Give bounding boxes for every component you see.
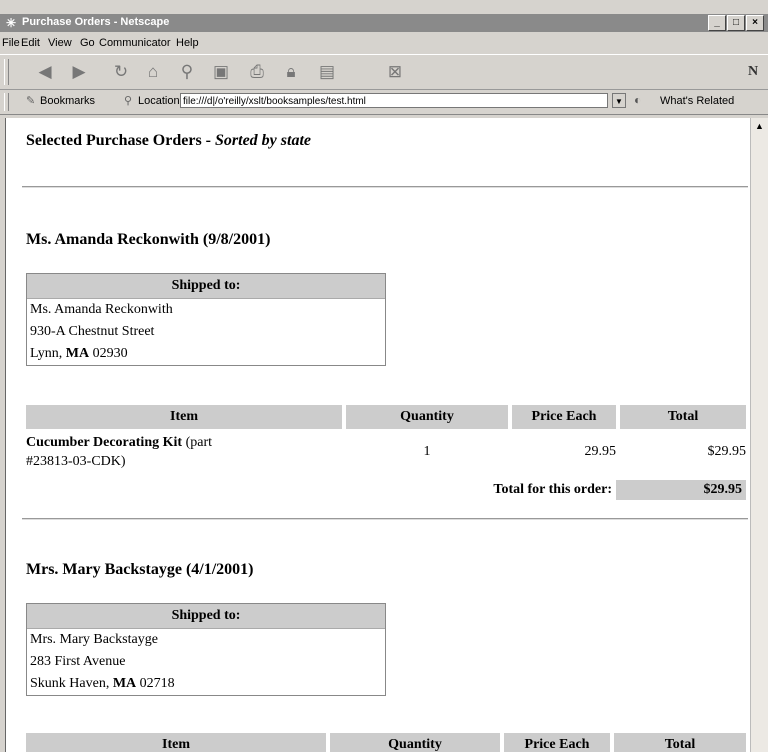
close-button[interactable]: ×	[746, 15, 764, 31]
toolbar-grip[interactable]	[4, 59, 9, 85]
vertical-scrollbar[interactable]: ▲	[750, 118, 768, 752]
column-header-total: Total	[620, 405, 746, 429]
menu-bar: File Edit View Go Communicator Help	[0, 34, 768, 52]
customer-heading: Mrs. Mary Backstayge (4/1/2001)	[26, 561, 254, 578]
shipped-to-header: Shipped to:	[27, 274, 385, 299]
address-city-line: Lynn, MA 02930	[27, 343, 385, 365]
stop-icon[interactable]: ⊠	[384, 61, 406, 83]
total-cell: $29.95	[707, 444, 747, 459]
price-cell: 29.95	[584, 444, 617, 459]
column-header-quantity: Quantity	[330, 733, 500, 752]
bookmarks-button[interactable]: Bookmarks	[40, 95, 95, 107]
back-icon[interactable]: ◀	[34, 61, 56, 83]
column-header-price: Price Each	[504, 733, 610, 752]
minimize-button[interactable]: _	[708, 15, 726, 31]
scroll-up-arrow-icon[interactable]: ▲	[751, 118, 768, 134]
url-dropdown-button[interactable]: ▼	[612, 93, 626, 108]
bookmarks-icon[interactable]: ✎	[26, 94, 35, 107]
menu-help[interactable]: Help	[176, 37, 199, 49]
print-icon[interactable]: ⎙	[246, 61, 268, 83]
column-header-quantity: Quantity	[346, 405, 508, 429]
location-label: Location:	[138, 95, 183, 107]
whats-related-button[interactable]: What's Related	[660, 95, 734, 107]
item-name: Cucumber Decorating Kit	[26, 435, 183, 450]
page-title: Selected Purchase Orders - Sorted by sta…	[26, 132, 311, 150]
divider	[22, 518, 748, 520]
page-title-text: Selected Purchase Orders -	[26, 132, 215, 149]
security-icon[interactable]: 🔒︎	[280, 61, 302, 83]
home-icon[interactable]: ⌂	[142, 61, 164, 83]
address-line: Mrs. Mary Backstayge	[30, 632, 158, 647]
window-title: Purchase Orders - Netscape	[22, 16, 170, 28]
address-line: 930-A Chestnut Street	[30, 324, 155, 339]
location-bar: ✎ Bookmarks ⚲ Location: file:///d|/o'rei…	[0, 90, 768, 115]
menu-communicator[interactable]: Communicator	[99, 37, 171, 49]
address-city: Skunk Haven,	[30, 676, 113, 691]
shop-icon[interactable]: ▤	[316, 61, 338, 83]
whats-related-icon[interactable]: ◐	[634, 93, 641, 107]
order-total-label: Total for this order:	[493, 482, 612, 497]
item-part-number: (part	[182, 435, 212, 450]
locationbar-grip[interactable]	[4, 93, 9, 111]
search-icon[interactable]: ⚲	[176, 61, 198, 83]
address-city: Lynn,	[30, 346, 66, 361]
item-part-number-cont: #23813-03-CDK)	[26, 454, 126, 469]
address-line: 283 First Avenue	[30, 654, 126, 669]
column-header-item: Item	[26, 405, 342, 429]
quantity-cell: 1	[423, 444, 431, 459]
my-netscape-icon[interactable]: ▣	[210, 61, 232, 83]
address-zip: 02718	[136, 676, 175, 691]
maximize-button[interactable]: □	[727, 15, 745, 31]
title-bar: ✳ Purchase Orders - Netscape _ □ ×	[0, 14, 768, 32]
shipped-to-box: Shipped to: Mrs. Mary Backstayge 283 Fir…	[26, 603, 386, 696]
location-icon: ⚲	[124, 95, 133, 107]
shipped-to-header: Shipped to:	[27, 604, 385, 629]
netscape-logo-icon: ✳	[6, 16, 17, 30]
navigation-toolbar: ◀ ▶ ↻ ⌂ ⚲ ▣ ⎙ 🔒︎ ▤ ⊠ N	[0, 54, 768, 90]
item-cell: Cucumber Decorating Kit (part #23813-03-C…	[26, 433, 342, 471]
menu-edit[interactable]: Edit	[21, 37, 40, 49]
column-header-total: Total	[614, 733, 746, 752]
order-total-value: $29.95	[616, 480, 746, 500]
page-content: Selected Purchase Orders - Sorted by sta…	[5, 118, 751, 752]
netscape-n-icon: N	[747, 64, 759, 79]
menu-view[interactable]: View	[48, 37, 72, 49]
reload-icon[interactable]: ↻	[110, 61, 132, 83]
url-input[interactable]: file:///d|/o'reilly/xslt/booksamples/tes…	[180, 93, 608, 108]
shipped-to-box: Shipped to: Ms. Amanda Reckonwith 930-A …	[26, 273, 386, 366]
address-zip: 02930	[89, 346, 128, 361]
address-state: MA	[65, 346, 90, 361]
column-header-price: Price Each	[512, 405, 616, 429]
column-header-item: Item	[26, 733, 326, 752]
address-state: MA	[112, 676, 137, 691]
page-title-italic: Sorted by state	[215, 132, 311, 149]
address-line: Ms. Amanda Reckonwith	[30, 302, 173, 317]
menu-go[interactable]: Go	[80, 37, 95, 49]
divider	[22, 186, 748, 188]
address-city-line: Skunk Haven, MA 02718	[27, 673, 385, 695]
menu-file[interactable]: File	[2, 37, 20, 49]
customer-heading: Ms. Amanda Reckonwith (9/8/2001)	[26, 231, 271, 248]
forward-icon[interactable]: ▶	[68, 61, 90, 83]
